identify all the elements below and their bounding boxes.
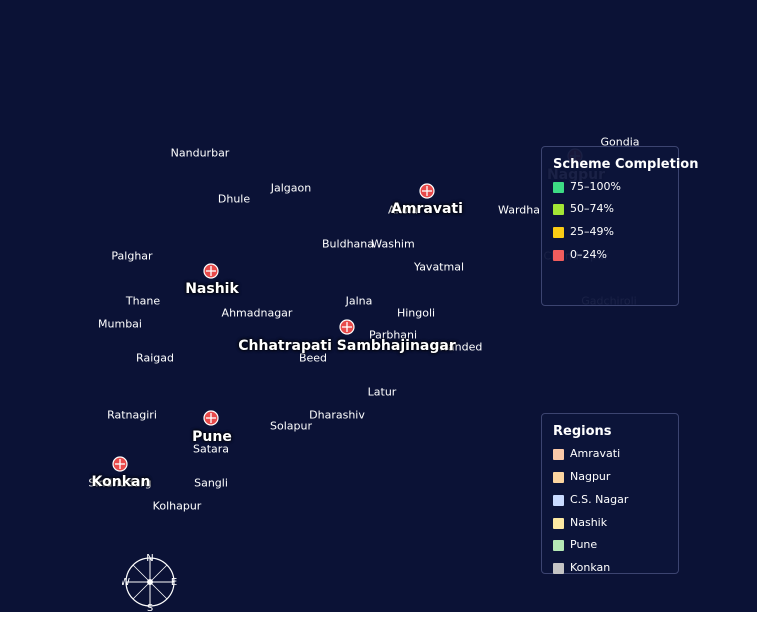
regions-legend-title: Regions <box>553 424 612 439</box>
district-label: Kolhapur <box>152 499 202 513</box>
legend-label: C.S. Nagar <box>570 493 629 506</box>
district-label: Hingoli <box>396 306 436 320</box>
hq-label: Amravati <box>391 201 463 217</box>
compass-north: N <box>146 553 153 564</box>
legend-swatch <box>553 204 564 215</box>
legend-label: Nagpur <box>570 470 611 483</box>
map-canvas[interactable]: Gondia Nandurbar Jalgaon Dhule Akola Wardha Bu… <box>0 0 757 612</box>
hq-marker-icon[interactable] <box>419 183 435 199</box>
completion-legend: Scheme Completion 75–100% 50–74% 25–49% … <box>541 146 698 306</box>
district-label: Jalgaon <box>270 181 312 195</box>
compass-rose-icon: N S E W <box>122 553 177 612</box>
district-label: Yavatmal <box>413 260 465 274</box>
legend-label: 25–49% <box>570 225 614 238</box>
compass-south: S <box>147 603 153 612</box>
completion-legend-title: Scheme Completion <box>553 157 699 172</box>
district-label: Raigad <box>136 351 174 365</box>
legend-swatch <box>553 227 564 238</box>
district-label: Wardha <box>498 203 540 217</box>
district-label: Ratnagiri <box>107 408 157 422</box>
hq-label: Konkan <box>91 474 151 490</box>
hq-label: Nashik <box>185 281 239 297</box>
hq-marker-icon[interactable] <box>203 263 219 279</box>
hq-marker-icon[interactable] <box>112 456 128 472</box>
regions-legend: Regions Amravati Nagpur C.S. Nagar Nashi… <box>541 413 679 574</box>
district-label: Washim <box>371 237 415 251</box>
legend-swatch <box>553 472 564 483</box>
district-label: Dhule <box>217 192 251 206</box>
district-label: Ahmadnagar <box>221 306 293 320</box>
legend-label: Pune <box>570 538 598 551</box>
district-label: Dharashiv <box>309 408 365 422</box>
district-label: Thane <box>125 294 161 308</box>
legend-label: 0–24% <box>570 248 607 261</box>
hq-label: Pune <box>192 429 232 445</box>
district-label: Buldhana <box>322 237 374 251</box>
legend-label: Nashik <box>570 516 608 529</box>
district-label: Solapur <box>270 419 312 433</box>
hq-marker-icon[interactable] <box>203 410 219 426</box>
district-label: Latur <box>367 385 397 399</box>
legend-label: 75–100% <box>570 180 621 193</box>
district-label: Mumbai <box>98 317 142 331</box>
district-label: Nandurbar <box>170 146 230 160</box>
legend-swatch <box>553 250 564 261</box>
legend-label: 50–74% <box>570 202 614 215</box>
legend-label: Konkan <box>570 561 611 574</box>
hq-marker-icon[interactable] <box>339 319 355 335</box>
legend-swatch <box>553 540 564 551</box>
compass-east: E <box>171 577 177 588</box>
legend-swatch <box>553 563 564 574</box>
district-label: Sangli <box>194 476 228 490</box>
compass-west: W <box>122 577 130 588</box>
legend-swatch <box>553 495 564 506</box>
legend-swatch <box>553 518 564 529</box>
district-label: Palghar <box>111 249 153 263</box>
legend-label: Amravati <box>570 447 621 460</box>
hq-label: Chhatrapati Sambhajinagar <box>238 338 456 354</box>
legend-swatch <box>553 449 564 460</box>
legend-swatch <box>553 182 564 193</box>
district-label: Jalna <box>345 294 373 308</box>
